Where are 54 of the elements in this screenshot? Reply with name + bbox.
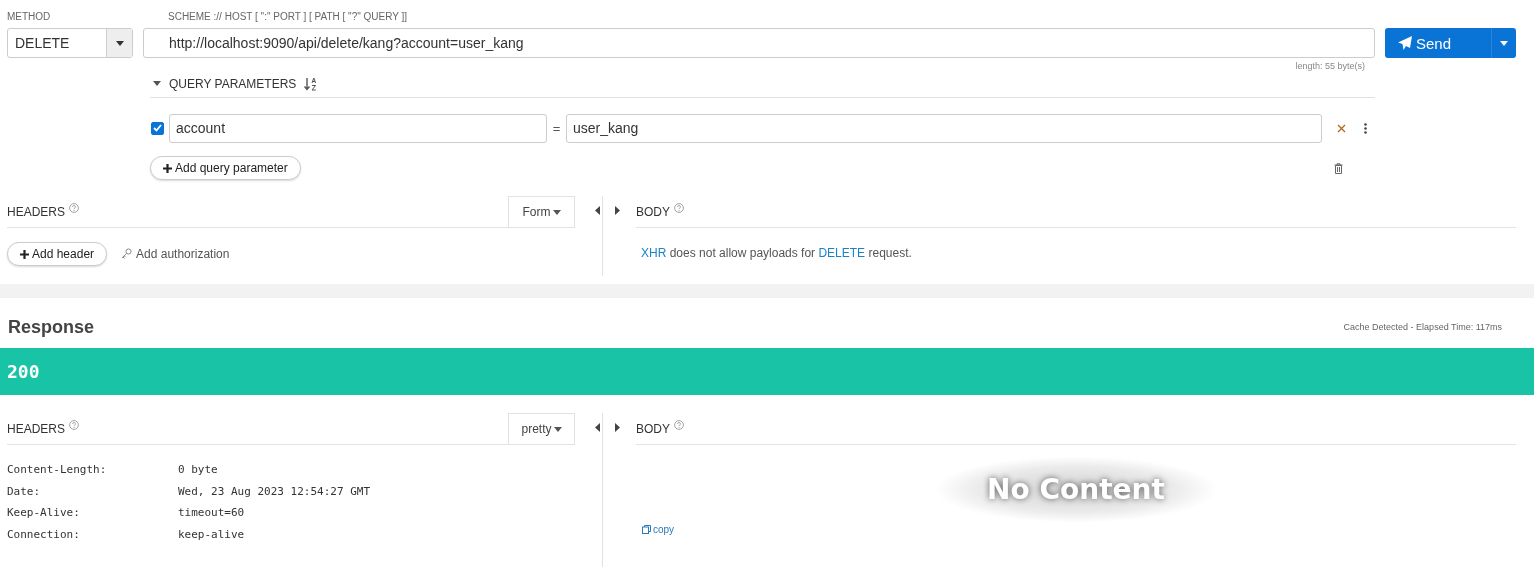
caret-icon bbox=[552, 209, 561, 215]
section-title: BODY bbox=[636, 204, 670, 219]
header-value: keep-alive bbox=[178, 527, 245, 543]
value-field[interactable]: user_kang bbox=[566, 113, 1322, 143]
header-value: 0 byte bbox=[178, 463, 218, 478]
header-name: Keep-Alive: bbox=[7, 506, 81, 521]
caret-icon[interactable] bbox=[153, 81, 161, 86]
mode-dropdown[interactable]: Form bbox=[508, 196, 575, 227]
section-title: HEADERS bbox=[7, 421, 65, 436]
add-parameter-button[interactable]: Add query parameter bbox=[150, 156, 301, 180]
body-message: XHR does not allow payloads for DELETE request. bbox=[640, 245, 913, 260]
response-title: Response bbox=[8, 316, 95, 338]
mode-dropdown[interactable]: pretty bbox=[508, 413, 575, 444]
add-header-button[interactable]: Add header bbox=[7, 242, 108, 266]
header-value: timeout=60 bbox=[178, 506, 245, 521]
elapsed-time-text: Cache Detected - Elapsed Time: 117ms bbox=[1343, 322, 1502, 332]
body-link[interactable]: XHR bbox=[641, 246, 667, 260]
length-text: length: 55 byte(s) bbox=[1294, 61, 1366, 72]
expand-right-icon[interactable] bbox=[615, 206, 620, 215]
field-label: METHOD bbox=[7, 10, 52, 24]
caret-icon bbox=[115, 40, 124, 46]
copy-link[interactable]: copy bbox=[642, 524, 675, 535]
section-title: HEADERS bbox=[7, 204, 65, 219]
key-icon bbox=[121, 248, 133, 260]
plus-icon bbox=[163, 163, 172, 173]
send-button[interactable]: Send bbox=[1385, 28, 1491, 58]
plus-icon bbox=[20, 249, 29, 259]
header-name: Content-Length: bbox=[7, 463, 108, 478]
key-field[interactable]: account bbox=[169, 113, 547, 143]
header-name: Connection: bbox=[7, 527, 81, 543]
body-link[interactable]: DELETE bbox=[818, 246, 866, 260]
add-authorization-link[interactable]: Add authorization bbox=[121, 247, 230, 261]
collapse-left-icon[interactable] bbox=[595, 423, 600, 432]
section-title: BODY bbox=[636, 421, 670, 436]
section-title[interactable]: QUERY PARAMETERS bbox=[169, 76, 297, 91]
caret-icon bbox=[553, 426, 562, 432]
trash-icon[interactable] bbox=[1334, 162, 1343, 174]
caret-icon bbox=[1500, 40, 1508, 46]
paper-plane-icon bbox=[1398, 36, 1412, 50]
copy-icon bbox=[642, 525, 651, 534]
sort-icon[interactable] bbox=[304, 76, 319, 91]
status-code: 200 bbox=[7, 361, 40, 382]
checkbox[interactable] bbox=[151, 121, 164, 135]
collapse-left-icon[interactable] bbox=[595, 206, 600, 215]
header-value: Wed, 23 Aug 2023 12:54:27 GMT bbox=[178, 484, 371, 500]
url-field[interactable]: http://localhost:9090/api/delete/kang?account=user_kang bbox=[143, 28, 1375, 58]
equals-sign: = bbox=[551, 120, 562, 136]
field-label: SCHEME :// HOST [ ":" PORT ] [ PATH [ "?" QUERY ]] bbox=[167, 10, 409, 24]
header-name: Date: bbox=[7, 484, 42, 500]
expand-right-icon[interactable] bbox=[615, 423, 620, 432]
close-icon[interactable] bbox=[1337, 123, 1346, 133]
method-select[interactable]: DELETE bbox=[7, 28, 133, 58]
more-icon[interactable] bbox=[1364, 122, 1367, 134]
dropdown-button[interactable] bbox=[1491, 28, 1516, 58]
